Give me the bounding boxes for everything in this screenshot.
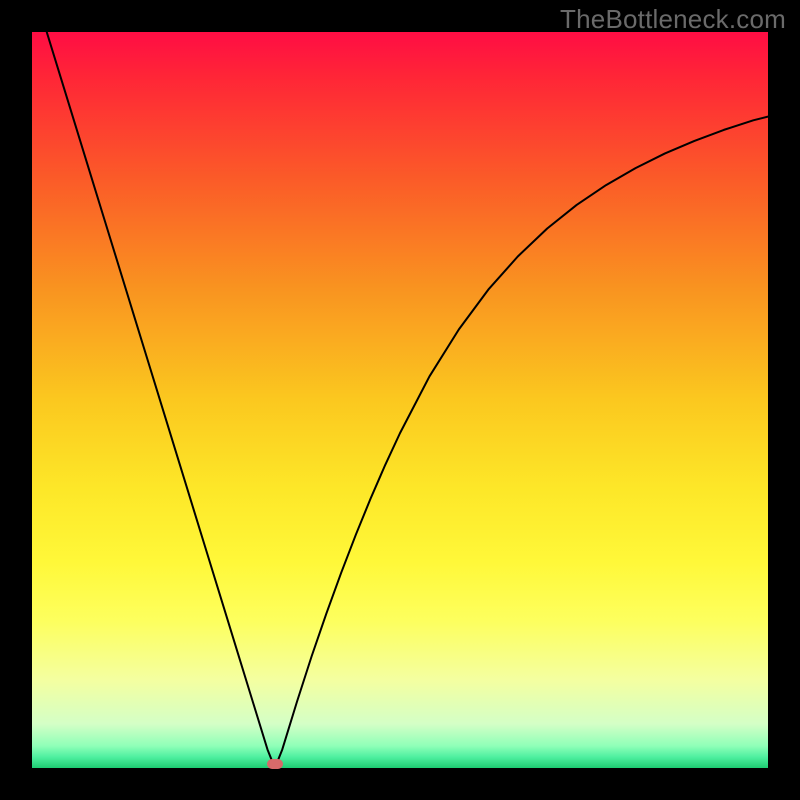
chart-curve: [32, 32, 768, 768]
chart-frame: TheBottleneck.com: [0, 0, 800, 800]
optimum-marker: [267, 759, 283, 769]
bottleneck-line: [47, 32, 768, 768]
watermark-text: TheBottleneck.com: [560, 4, 786, 35]
